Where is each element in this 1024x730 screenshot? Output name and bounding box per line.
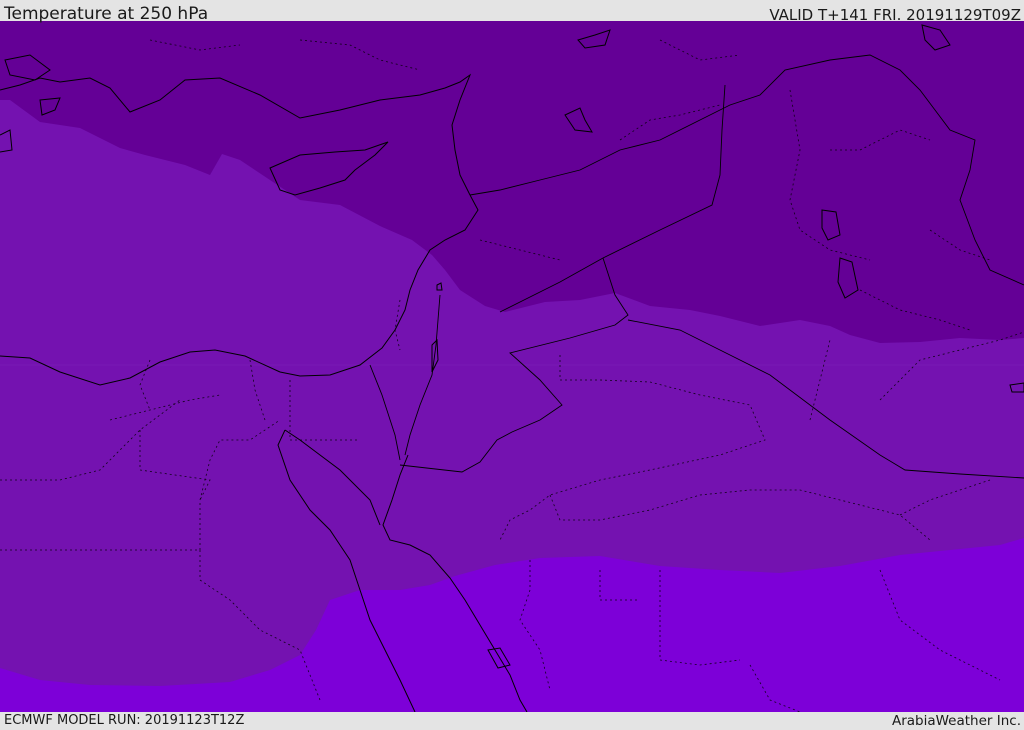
map-header: Temperature at 250 hPa VALID T+141 FRI. … bbox=[0, 0, 1024, 24]
provider-credit: ArabiaWeather Inc. bbox=[891, 713, 1021, 729]
map-title: Temperature at 250 hPa bbox=[4, 4, 209, 24]
map-footer: ECMWF MODEL RUN: 20191123T12Z ArabiaWeat… bbox=[0, 712, 1024, 729]
model-run-label: ECMWF MODEL RUN: 20191123T12Z bbox=[4, 713, 245, 728]
valid-time: VALID T+141 FRI. 20191129T09Z bbox=[769, 6, 1021, 24]
weather-map bbox=[0, 21, 1024, 712]
